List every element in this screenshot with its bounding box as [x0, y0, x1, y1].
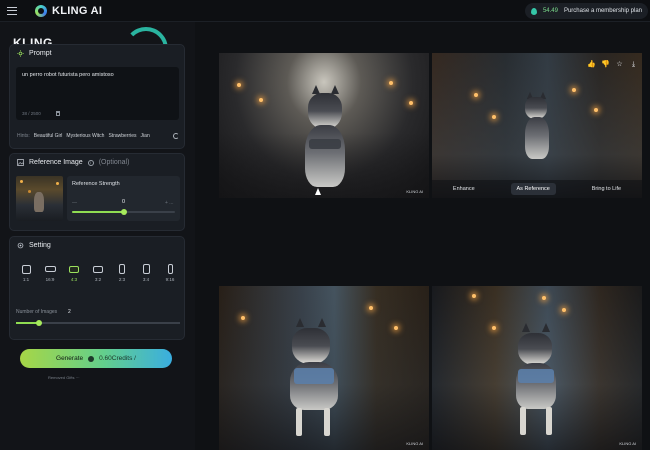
generated-image[interactable]: KLING AI [432, 286, 642, 450]
mouse-cursor-icon [315, 188, 321, 195]
aspect-ratio-option[interactable]: 16:9 [40, 264, 60, 282]
aspect-ratio-shape-icon [44, 264, 56, 274]
image-hover-actions: Enhance As Reference Bring to Life [432, 180, 642, 198]
number-of-images-handle[interactable] [35, 320, 42, 326]
aspect-ratio-option[interactable]: 3:2 [88, 264, 108, 282]
setting-header: Setting [17, 242, 51, 249]
hint-chip[interactable]: Beautiful Girl [34, 133, 63, 139]
aspect-ratio-option[interactable]: 4:3 [64, 264, 84, 282]
download-icon[interactable]: ⤓ [629, 61, 638, 69]
reference-strength-panel: Reference Strength — 0 + ... [67, 176, 180, 221]
removed-gifts-link[interactable]: Removed Gifts ··· [48, 375, 80, 380]
number-of-images-slider[interactable] [16, 320, 180, 326]
robot-husky-figure [274, 316, 354, 444]
prompt-header: Prompt [17, 50, 52, 57]
sidebar: KLING Prompt un perro robot futurista pe… [0, 22, 195, 450]
aspect-ratio-options: 1:1 16:9 4:3 3:2 2:3 3:4 9:16 [16, 264, 180, 282]
reference-title: Reference Image [29, 159, 83, 166]
kling-watermark: KLING AI [406, 189, 423, 194]
aspect-ratio-option[interactable]: 2:3 [112, 264, 132, 282]
trash-icon[interactable] [56, 111, 60, 116]
husky-figure [520, 89, 554, 169]
generated-image[interactable]: KLING AI [219, 286, 429, 450]
generated-image[interactable]: KLING AI [219, 53, 429, 198]
aspect-ratio-label: 16:9 [45, 277, 55, 282]
logo-text: KLING AI [52, 4, 103, 17]
aspect-ratio-label: 2:3 [118, 277, 126, 282]
thumbs-down-icon[interactable]: 👎 [601, 61, 610, 69]
star-icon[interactable]: ☆ [615, 61, 624, 69]
reference-optional-label: (Optional) [98, 159, 130, 166]
reference-strength-max: + ... [165, 200, 174, 206]
top-bar: KLING AI 54.49 Purchase a membership pla… [0, 0, 650, 22]
credits-pill[interactable]: 54.49 Purchase a membership plan [524, 3, 648, 19]
kling-watermark: KLING AI [406, 441, 423, 446]
aspect-ratio-option[interactable]: 1:1 [16, 264, 36, 282]
refresh-hints-icon[interactable] [173, 133, 179, 139]
reference-strength-value: 0 [122, 199, 126, 205]
prompt-card: Prompt un perro robot futurista pero ami… [9, 44, 185, 149]
aspect-ratio-label: 3:4 [142, 277, 150, 282]
aspect-ratio-shape-icon [167, 264, 173, 274]
setting-card: Setting 1:1 16:9 4:3 3:2 2:3 3:4 9:16 Number o… [9, 236, 185, 340]
hint-chip[interactable]: Strawberries [108, 133, 136, 139]
prompt-title: Prompt [29, 50, 52, 57]
purchase-membership-link[interactable]: Purchase a membership plan [564, 8, 642, 14]
number-of-images-value: 2 [68, 309, 71, 315]
reference-strength-min: — [72, 200, 77, 206]
as-reference-button[interactable]: As Reference [510, 183, 556, 195]
aspect-ratio-option[interactable]: 3:4 [136, 264, 156, 282]
prompt-text: un perro robot futurista pero amistoso [22, 72, 114, 78]
aspect-ratio-label: 4:3 [70, 277, 78, 282]
setting-title: Setting [29, 242, 51, 249]
husky-figure [299, 81, 359, 196]
reference-strength-slider[interactable] [72, 209, 175, 215]
prompt-textarea[interactable]: un perro robot futurista pero amistoso 3… [16, 67, 179, 120]
prompt-char-count: 38 / 2500 [22, 111, 41, 116]
reference-header: Reference Image i (Optional) [17, 159, 129, 166]
aspect-ratio-label: 9:16 [165, 277, 175, 282]
kling-watermark: KLING AI [619, 441, 636, 446]
number-of-images-label: Number of Images [16, 309, 58, 315]
thumbs-up-icon[interactable]: 👍 [587, 61, 596, 69]
settings-gear-icon [17, 242, 24, 249]
prompt-hints: Hints: Beautiful Girl Mysterious Witch S… [17, 133, 150, 139]
robot-husky-figure [502, 321, 572, 443]
aspect-ratio-shape-icon [69, 264, 79, 274]
reference-image-card: Reference Image i (Optional) Reference S… [9, 153, 185, 231]
reference-thumbnail[interactable] [16, 176, 63, 221]
hints-label: Hints: [17, 133, 30, 139]
menu-icon[interactable] [7, 6, 17, 15]
generate-credits: 0.60Credits / [99, 355, 136, 362]
enhance-button[interactable]: Enhance [447, 183, 481, 195]
info-icon[interactable]: i [87, 159, 94, 166]
image-icon [17, 159, 24, 166]
reference-strength-label: Reference Strength [72, 181, 120, 187]
aspect-ratio-option[interactable]: 9:16 [160, 264, 180, 282]
aspect-ratio-shape-icon [21, 264, 31, 274]
hint-chip[interactable]: Jian [141, 133, 150, 139]
credits-drop-icon [530, 7, 537, 15]
aspect-ratio-shape-icon [119, 264, 125, 274]
logo[interactable]: KLING AI [35, 4, 103, 17]
generated-image[interactable]: 👍 👎 ☆ ⤓ Enhance As Reference Bring to Li… [432, 53, 642, 198]
generate-button[interactable]: Generate 0.60Credits / [20, 349, 172, 368]
generate-label: Generate [56, 355, 84, 362]
aspect-ratio-label: 3:2 [94, 277, 102, 282]
reference-strength-fill [72, 211, 124, 213]
aspect-ratio-shape-icon [93, 264, 103, 274]
image-actions: 👍 👎 ☆ ⤓ [587, 61, 638, 69]
hint-chip[interactable]: Mysterious Witch [66, 133, 104, 139]
sun-icon [17, 50, 24, 57]
aspect-ratio-shape-icon [142, 264, 150, 274]
bring-to-life-button[interactable]: Bring to Life [586, 183, 627, 195]
reference-strength-handle[interactable] [120, 209, 127, 215]
credits-balance: 54.49 [542, 8, 558, 14]
aspect-ratio-label: 1:1 [22, 277, 30, 282]
credit-coin-icon [88, 355, 95, 362]
kling-logo-icon [35, 4, 47, 17]
